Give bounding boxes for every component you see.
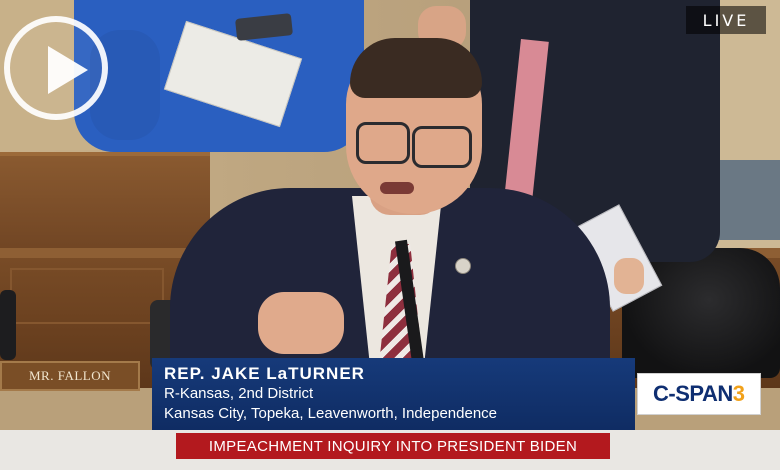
- nameplate-text: MR. FALLON: [28, 368, 112, 383]
- speaker-hair: [350, 38, 482, 98]
- lapel-pin: [455, 258, 471, 274]
- cspan-logo: C-SPAN 3: [637, 373, 761, 415]
- dais-panel: [10, 268, 164, 324]
- dais-upper-tier: [0, 152, 210, 256]
- staffer-hand: [614, 258, 644, 294]
- desk-nameplate: MR. FALLON: [0, 361, 140, 391]
- glasses-lens: [356, 122, 410, 164]
- video-player[interactable]: LIVE MR. FALLON REP. JAKE LaTURNER R-Kan…: [0, 0, 780, 470]
- speaker-hand: [258, 292, 344, 354]
- speaker-district: R-Kansas, 2nd District: [164, 385, 314, 402]
- speaker-mouth: [380, 182, 414, 194]
- headline-ticker: IMPEACHMENT INQUIRY INTO PRESIDENT BIDEN: [176, 433, 610, 459]
- speaker-locations: Kansas City, Topeka, Leavenworth, Indepe…: [164, 405, 498, 422]
- play-icon: [48, 46, 88, 94]
- cspan-logo-number: 3: [732, 381, 745, 406]
- lower-third-caption: REP. JAKE LaTURNER R-Kansas, 2nd Distric…: [152, 358, 635, 430]
- glasses-lens: [412, 126, 472, 168]
- live-badge: LIVE: [686, 6, 766, 34]
- speaker-name: REP. JAKE LaTURNER: [164, 364, 365, 383]
- headline-text: IMPEACHMENT INQUIRY INTO PRESIDENT BIDEN: [208, 437, 578, 455]
- play-button[interactable]: [4, 16, 108, 120]
- cspan-logo-text: C-SPAN: [653, 381, 733, 406]
- chair-left: [0, 290, 16, 360]
